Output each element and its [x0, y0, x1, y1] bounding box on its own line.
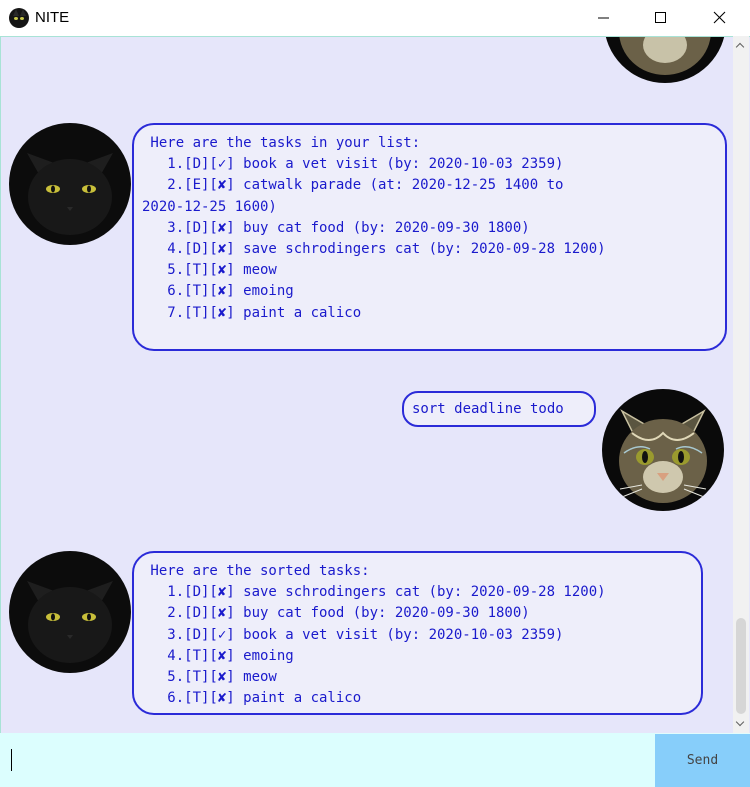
tabby-cat-avatar: [604, 37, 726, 83]
close-icon: [713, 11, 726, 24]
input-bar: Send: [0, 733, 750, 787]
scroll-down-arrow-icon[interactable]: [733, 716, 749, 732]
chat-area[interactable]: Here are the tasks in your list: 1.[D][✓…: [0, 36, 750, 733]
title-bar: NITE: [0, 0, 750, 36]
message-input[interactable]: [0, 733, 655, 787]
black-cat-icon: [9, 8, 29, 28]
minimize-button[interactable]: [580, 0, 626, 36]
text-caret: [11, 749, 12, 771]
scroll-thumb[interactable]: [736, 618, 746, 714]
minimize-icon: [598, 17, 609, 19]
bot-message-text: Here are the tasks in your list: 1.[D][✓…: [142, 135, 606, 321]
black-cat-avatar: [9, 551, 131, 673]
maximize-icon: [655, 12, 666, 23]
scroll-up-arrow-icon[interactable]: [733, 38, 749, 54]
black-cat-avatar: [9, 123, 131, 245]
window-title: NITE: [35, 9, 70, 26]
user-message-text: sort deadline todo: [412, 401, 564, 417]
bot-message-text: Here are the sorted tasks: 1.[D][✘] save…: [150, 563, 606, 707]
bot-message-bubble: Here are the sorted tasks: 1.[D][✘] save…: [132, 551, 703, 715]
send-button[interactable]: Send: [655, 734, 750, 787]
close-button[interactable]: [696, 0, 742, 36]
tabby-cat-avatar: [602, 389, 724, 511]
chat-scrollbar[interactable]: [733, 36, 749, 733]
maximize-button[interactable]: [636, 0, 682, 36]
bot-message-bubble: Here are the tasks in your list: 1.[D][✓…: [132, 123, 727, 351]
user-message-bubble: sort deadline todo: [402, 391, 596, 427]
